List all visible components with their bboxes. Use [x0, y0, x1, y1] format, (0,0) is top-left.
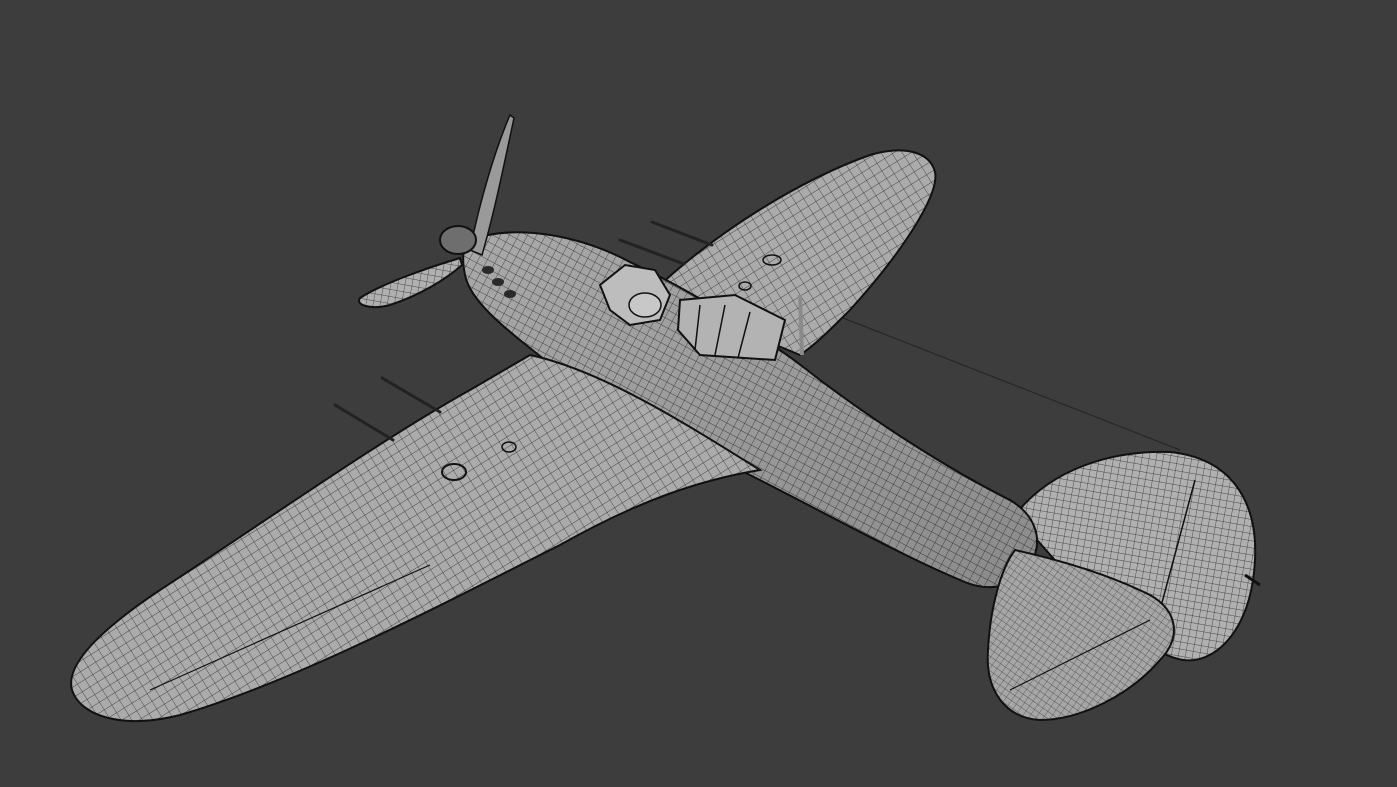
antenna-mast [798, 294, 804, 356]
propeller-spinner [439, 225, 477, 255]
3d-viewport[interactable] [0, 0, 1397, 787]
left-wing [70, 353, 763, 722]
aircraft-model[interactable] [0, 0, 1397, 787]
